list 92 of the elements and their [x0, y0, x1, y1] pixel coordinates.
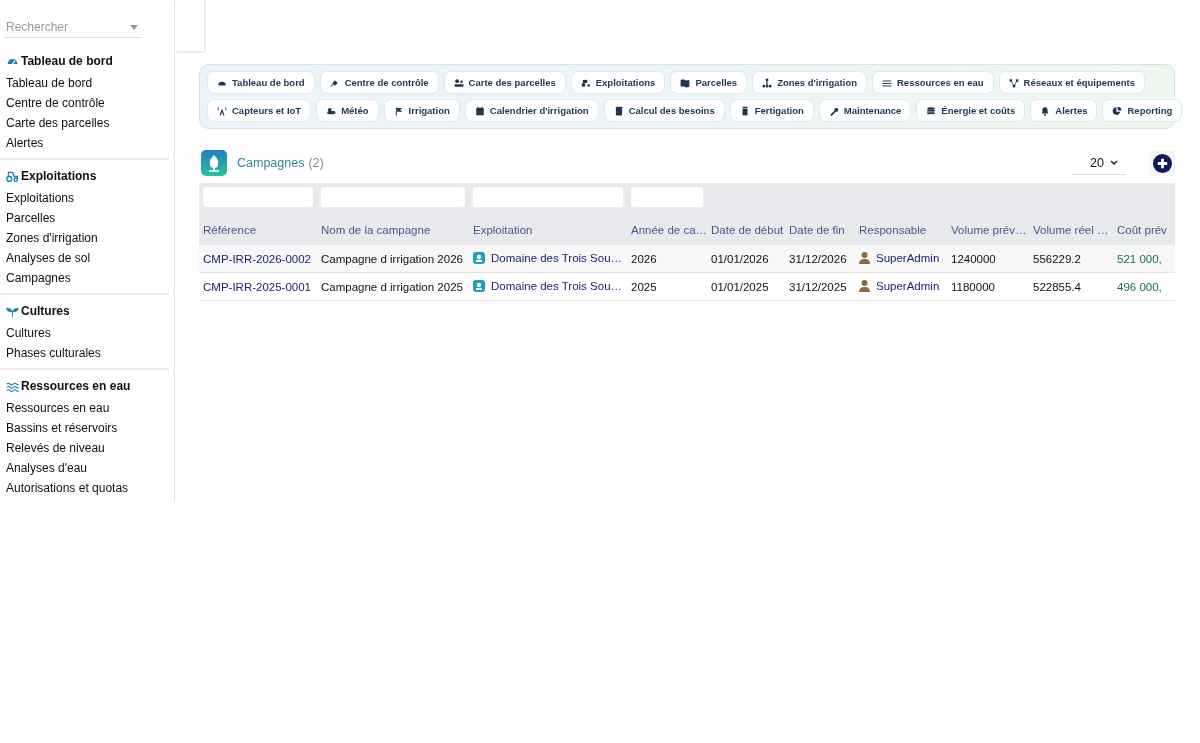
nav-button[interactable]: Ressources en eau [872, 71, 994, 94]
table-cell: 01/01/2025 [707, 272, 785, 301]
map-icon [680, 77, 691, 88]
cloud-icon [326, 105, 337, 116]
sidebar-item[interactable]: Analyses de sol [6, 248, 169, 268]
column-header[interactable]: Exploitation [469, 215, 627, 245]
reference-link[interactable]: CMP-IRR-2026-0002 [203, 252, 311, 265]
wrench-icon [828, 105, 839, 116]
farm-link[interactable]: Domaine des Trois Sou… [491, 251, 623, 264]
column-header[interactable]: Responsable [855, 215, 947, 245]
column-header[interactable]: Volume prév… [947, 215, 1029, 245]
column-header[interactable]: Coût prév [1113, 215, 1175, 245]
sidebar-item[interactable]: Parcelles [6, 208, 169, 228]
sidebar-item[interactable]: Centre de contrôle [6, 93, 169, 113]
farm-avatar-icon [473, 251, 485, 264]
section-title: Ressources en eau [21, 379, 131, 393]
nav-button[interactable]: Exploitations [570, 71, 666, 94]
column-header[interactable]: Date de début [707, 215, 785, 245]
sidebar-item[interactable]: Relevés de niveau [6, 438, 169, 458]
table-cell: 31/12/2025 [785, 272, 855, 301]
table-cell: 496 000, [1113, 272, 1175, 301]
nav-button[interactable]: Capteurs et IoT [207, 99, 312, 122]
sidebar-item[interactable]: Alertes [6, 133, 169, 153]
reference-link[interactable]: CMP-IRR-2025-0001 [203, 280, 311, 293]
table-cell: Campagne d irrigation 2025 [317, 272, 469, 301]
table-cell: 522855.4 [1029, 272, 1113, 301]
sidebar-item[interactable]: Exploitations [6, 188, 169, 208]
table-cell: 2026 [627, 245, 707, 273]
sidebar-item[interactable]: Autorisations et quotas [6, 478, 169, 498]
page-size-select[interactable]: 20 [1072, 151, 1126, 175]
table-cell: 31/12/2026 [785, 245, 855, 273]
sidebar-item[interactable]: Cultures [6, 323, 169, 343]
nav-button[interactable]: Reporting [1102, 99, 1183, 122]
nav-button[interactable]: Météo [316, 99, 379, 122]
flag-icon [393, 105, 404, 116]
sidebar-item[interactable]: Tableau de bord [6, 73, 169, 93]
sitemap-icon [762, 77, 773, 88]
pie-chart-icon [1112, 105, 1123, 116]
sidebar-item[interactable]: Ressources en eau [6, 398, 169, 418]
nav-button[interactable]: Zones d'irrigation [752, 71, 867, 94]
user-link[interactable]: SuperAdmin [876, 251, 940, 264]
column-header[interactable]: Volume réel … [1029, 215, 1113, 245]
sidebar-item[interactable]: Zones d'irrigation [6, 228, 169, 248]
column-header[interactable]: Nom de la campagne [317, 215, 469, 245]
section-title: Tableau de bord [21, 54, 113, 68]
table-cell: 1240000 [947, 245, 1029, 273]
farm-link[interactable]: Domaine des Trois Sou… [491, 279, 623, 292]
add-button[interactable] [1150, 150, 1175, 176]
user-icon [859, 251, 870, 264]
table-cell: 2025 [627, 272, 707, 301]
nav-button[interactable]: Tableau de bord [207, 71, 315, 94]
network-icon [1008, 77, 1019, 88]
farm-avatar-icon [473, 279, 485, 292]
calendar-icon [474, 105, 485, 116]
coins-icon [926, 105, 937, 116]
column-header[interactable]: Référence [199, 215, 317, 245]
search-field[interactable]: Rechercher [4, 16, 142, 38]
nav-button[interactable]: Calcul des besoins [603, 99, 725, 122]
user-icon [859, 279, 870, 292]
column-header[interactable]: Date de fin [785, 215, 855, 245]
sidebar-item[interactable]: Carte des parcelles [6, 113, 169, 133]
sidebar-item[interactable]: Analyses d'eau [6, 458, 169, 478]
table-cell: 556229.2 [1029, 245, 1113, 273]
user-link[interactable]: SuperAdmin [876, 279, 940, 292]
bell-icon [1040, 105, 1051, 116]
plus-icon [1153, 153, 1172, 173]
nav-button[interactable]: Centre de contrôle [319, 71, 439, 94]
record-count: (2) [308, 156, 324, 170]
nav-button[interactable]: Fertigation [729, 99, 814, 122]
caret-icon [130, 25, 138, 30]
nav-button[interactable]: Énergie et coûts [916, 99, 1026, 122]
sidebar-item[interactable]: Bassins et réservoirs [6, 418, 169, 438]
antenna-icon [217, 105, 227, 116]
table-cell: 521 000, [1113, 245, 1175, 273]
column-header[interactable]: Année de ca… [627, 215, 707, 245]
sidebar-item[interactable]: Phases culturales [6, 343, 169, 363]
nav-button[interactable]: Réseaux et équipements [998, 71, 1145, 94]
table-cell: 1180000 [947, 272, 1029, 301]
nav-button[interactable]: Calendrier d'irrigation [464, 99, 599, 122]
nav-button[interactable]: Maintenance [818, 99, 912, 122]
section-title: Cultures [21, 304, 70, 318]
app-logo-icon [201, 150, 227, 176]
nav-button[interactable]: Carte des parcelles [443, 71, 566, 94]
nav-button[interactable]: Alertes [1030, 99, 1098, 122]
nav-button[interactable]: Parcelles [670, 71, 748, 94]
sidebar-item[interactable]: Campagnes [6, 268, 169, 288]
nav-button[interactable]: Irrigation [383, 99, 460, 122]
section-title: Exploitations [21, 169, 97, 183]
table-cell: Campagne d irrigation 2026 [317, 245, 469, 273]
page-title: Campagnes [237, 156, 305, 170]
chevron-icon [1110, 159, 1118, 166]
table-cell: 01/01/2026 [707, 245, 785, 273]
